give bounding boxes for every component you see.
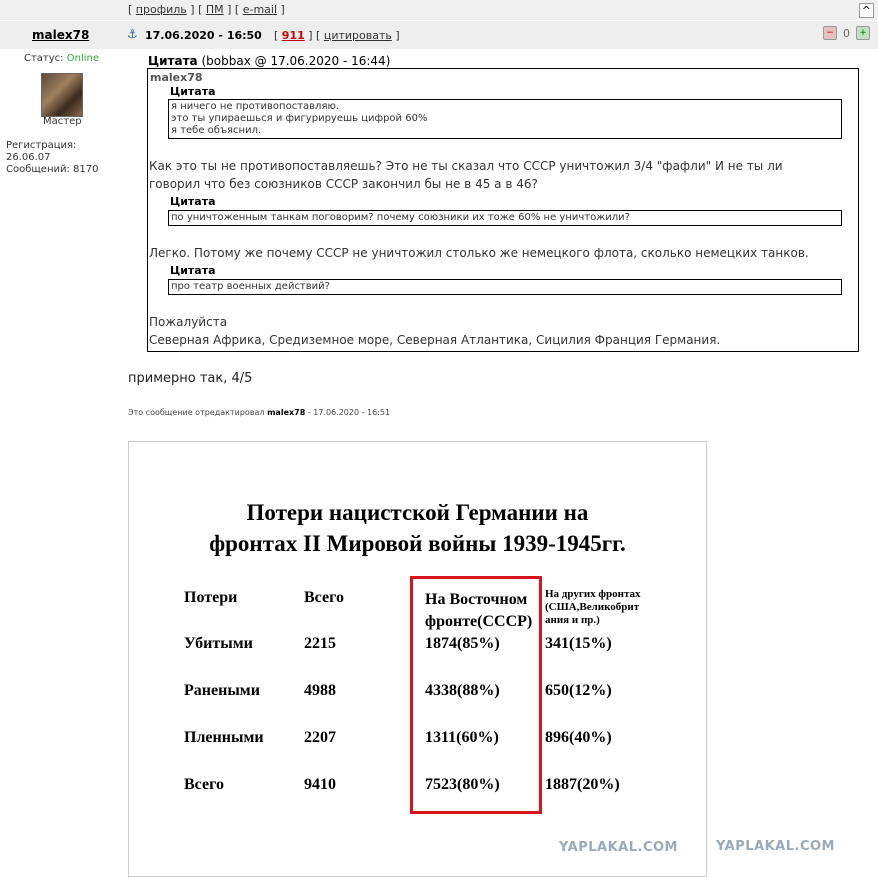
nested-quote-line: я ничего не противопоставляю. <box>171 101 340 112</box>
row-label: Ранеными <box>184 682 260 699</box>
image-title-line: фронтах II Мировой войны 1939-1945гг. <box>209 531 626 556</box>
user-rank: Мастер <box>43 116 82 127</box>
nested-quote-box: я ничего не противопоставляю. это ты упи… <box>168 99 842 139</box>
nested-quote-label: Цитата <box>170 85 216 98</box>
header-other: На других фронтах (США,Великобрит ания и… <box>545 588 641 627</box>
watermark: YAPLAKAL.COM <box>559 840 678 855</box>
quote-paragraph: Пожалуйста Северная Африка, Средиземное … <box>149 313 849 349</box>
post-author[interactable]: malex78 <box>32 28 89 42</box>
rating-value: 0 <box>843 26 850 40</box>
post-meta: [ 911 ] [ цитировать ] <box>274 29 400 42</box>
post-header: malex78 ⚓ 17.06.2020 - 16:50 [ 911 ] [ ц… <box>0 21 878 49</box>
thumbs-down-icon[interactable]: − <box>823 26 837 40</box>
edited-note: Это сообщение отредактировал malex78 - 1… <box>128 408 390 417</box>
reg-date: 26.06.07 <box>6 152 51 163</box>
edited-author: malex78 <box>267 408 306 417</box>
header-other-line: ания и пр.) <box>545 614 600 626</box>
post-number-link[interactable]: 911 <box>282 29 305 42</box>
message-count: Сообщений: 8170 <box>6 164 99 175</box>
row-other: 1887(20%) <box>545 776 620 793</box>
nested-quote-label: Цитата <box>170 195 216 208</box>
quote-box: malex78 Цитата я ничего не противопостав… <box>147 68 859 352</box>
email-link[interactable]: e-mail <box>243 3 277 16</box>
reg-label: Регистрация: <box>6 140 77 151</box>
header-total: Всего <box>304 589 344 606</box>
status-online: Online <box>66 53 99 64</box>
attached-image[interactable]: Потери нацистской Германии на фронтах II… <box>128 441 707 877</box>
nested-quote-line: это ты упираешься и фигурируешь цифрой 6… <box>171 113 428 124</box>
edited-date: - 17.06.2020 - 16:51 <box>307 408 391 417</box>
top-bar: [ профиль ] [ ПМ ] [ e-mail ] ^ <box>0 0 878 20</box>
nested-quote-line: про театр военных действий? <box>171 281 330 292</box>
row-label: Всего <box>184 776 224 793</box>
thumbs-up-icon[interactable]: + <box>856 26 870 40</box>
quote-text-line: говорил что без союзников СССР закончил … <box>149 177 538 191</box>
row-other: 341(15%) <box>545 635 612 652</box>
edited-prefix: Это сообщение отредактировал <box>128 408 265 417</box>
profile-link[interactable]: профиль <box>136 3 187 16</box>
nested-quote-box: про театр военных действий? <box>168 279 842 295</box>
quote-source: (bobbax @ 17.06.2020 - 16:44) <box>201 54 391 68</box>
quote-link[interactable]: цитировать <box>324 29 392 42</box>
row-label: Пленными <box>184 729 264 746</box>
row-other: 896(40%) <box>545 729 612 746</box>
anchor-icon[interactable]: ⚓ <box>127 27 138 41</box>
row-total: 2207 <box>304 729 336 746</box>
watermark: YAPLAKAL.COM <box>716 839 835 854</box>
profile-links: [ профиль ] [ ПМ ] [ e-mail ] <box>128 3 285 16</box>
image-title: Потери нацистской Германии на фронтах II… <box>129 497 706 559</box>
nested-quote-box: по уничтоженным танкам поговорим? почему… <box>168 210 842 226</box>
quote-text-line: Пожалуйста <box>149 315 228 329</box>
user-registration: Регистрация: 26.06.07 Сообщений: 8170 <box>6 140 118 176</box>
post-date: 17.06.2020 - 16:50 <box>145 29 262 42</box>
quote-inner-author: malex78 <box>150 71 203 84</box>
scroll-top-button[interactable]: ^ <box>858 3 874 18</box>
user-status: Статус: Online <box>24 53 124 64</box>
row-other: 650(12%) <box>545 682 612 699</box>
quote-paragraph: Как это ты не противопоставляешь? Это не… <box>149 157 849 193</box>
header-losses: Потери <box>184 589 238 606</box>
row-total: 9410 <box>304 776 336 793</box>
quote-title: Цитата (bobbax @ 17.06.2020 - 16:44) <box>148 54 390 68</box>
avatar[interactable] <box>41 73 83 117</box>
pm-link[interactable]: ПМ <box>206 3 224 16</box>
post-rating: − 0 + <box>823 26 870 40</box>
status-label: Статус: <box>24 53 64 64</box>
row-label: Убитыми <box>184 635 253 652</box>
row-total: 2215 <box>304 635 336 652</box>
quote-text-line: Северная Африка, Средиземное море, Север… <box>149 333 721 347</box>
header-other-line: (США,Великобрит <box>545 601 640 613</box>
nested-quote-line: я тебе объяснил. <box>171 125 262 136</box>
row-total: 4988 <box>304 682 336 699</box>
quote-label: Цитата <box>148 54 198 68</box>
quote-paragraph: Легко. Потому же почему СССР не уничтожи… <box>149 246 809 260</box>
header-other-line: На других фронтах <box>545 588 641 600</box>
image-title-line: Потери нацистской Германии на <box>246 500 589 525</box>
highlight-box <box>410 576 542 814</box>
nested-quote-line: по уничтоженным танкам поговорим? почему… <box>171 212 630 223</box>
reply-text: примерно так, 4/5 <box>128 371 253 386</box>
quote-text-line: Как это ты не противопоставляешь? Это не… <box>149 159 783 173</box>
nested-quote-label: Цитата <box>170 264 216 277</box>
